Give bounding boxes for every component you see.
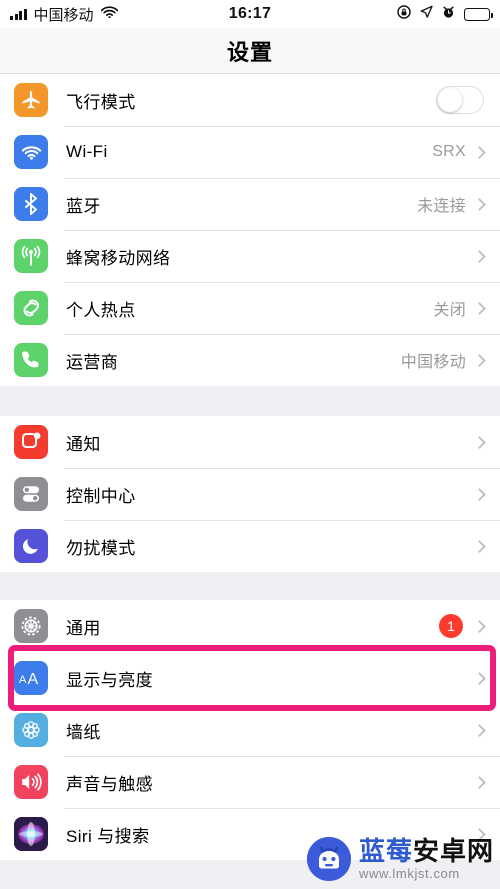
chevron-right-icon	[473, 671, 486, 685]
settings-row-label: 个人热点	[66, 300, 136, 320]
settings-row-label: 声音与触感	[66, 774, 153, 794]
alarm-clock-icon	[442, 5, 455, 24]
settings-row-value: 关闭	[433, 302, 466, 319]
status-bar: 中国移动 16:17	[0, 0, 500, 28]
settings-row-label: 控制中心	[66, 486, 136, 506]
site-watermark: 蓝莓安卓网 www.lmkjst.com	[306, 837, 494, 881]
settings-row-label: 墙纸	[66, 722, 101, 742]
page-title: 设置	[226, 39, 273, 65]
settings-scroll-view[interactable]: 飞行模式 Wi-Fi SRX 蓝牙 未连接 蜂窝移动网络 个人热点 关闭 运营商…	[0, 74, 500, 889]
chevron-right-icon	[473, 249, 486, 263]
settings-row-personal-hotspot[interactable]: 个人热点 关闭	[0, 282, 500, 334]
navigation-bar: 设置	[0, 28, 500, 74]
settings-group-connectivity: 飞行模式 Wi-Fi SRX 蓝牙 未连接 蜂窝移动网络 个人热点 关闭 运营商…	[0, 74, 500, 386]
settings-row-label: 蓝牙	[66, 196, 101, 216]
settings-row-label: Wi-Fi	[66, 142, 108, 161]
cellular-antenna-icon	[14, 239, 48, 273]
settings-row-display-and-brightness[interactable]: A A 显示与亮度	[0, 652, 500, 704]
status-badge: 1	[439, 614, 463, 638]
chevron-right-icon	[473, 145, 486, 159]
settings-row-wallpaper[interactable]: 墙纸	[0, 704, 500, 756]
settings-row-value: 中国移动	[400, 354, 466, 371]
svg-text:A: A	[19, 674, 27, 686]
settings-row-label: 飞行模式	[66, 92, 136, 112]
watermark-brand-black: 安卓网	[412, 836, 494, 866]
highlighted-row-wrapper: A A 显示与亮度	[0, 645, 500, 711]
chevron-right-icon	[473, 539, 486, 553]
siri-orb-icon	[14, 817, 48, 851]
chevron-right-icon	[473, 619, 486, 633]
settings-row-label: 显示与亮度	[66, 670, 153, 690]
settings-row-control-center[interactable]: 控制中心	[0, 468, 500, 520]
hotspot-link-icon	[14, 291, 48, 325]
settings-row-value: SRX	[432, 143, 466, 160]
watermark-text: 蓝莓安卓网 www.lmkjst.com	[359, 838, 494, 880]
section-gap	[0, 572, 500, 600]
settings-row-label: 运营商	[66, 352, 119, 372]
control-toggles-icon	[14, 477, 48, 511]
svg-text:A: A	[28, 671, 39, 687]
chevron-right-icon	[473, 723, 486, 737]
settings-row-label: 蜂窝移动网络	[66, 248, 171, 268]
speaker-icon	[14, 765, 48, 799]
aa-text-icon: A A	[14, 661, 48, 695]
settings-row-airplane-mode[interactable]: 飞行模式	[0, 74, 500, 126]
android-robot-logo-icon	[306, 837, 351, 881]
settings-row-value: 未连接	[417, 198, 466, 215]
chevron-right-icon	[473, 353, 486, 367]
settings-row-label: 勿扰模式	[66, 538, 136, 558]
airplane-icon	[14, 83, 48, 117]
chevron-right-icon	[473, 435, 486, 449]
watermark-brand-blue: 蓝莓	[358, 836, 413, 866]
settings-row-notifications[interactable]: 通知	[0, 416, 500, 468]
phone-icon	[14, 343, 48, 377]
settings-row-do-not-disturb[interactable]: 勿扰模式	[0, 520, 500, 572]
settings-group-notifications: 通知 控制中心 勿扰模式	[0, 416, 500, 572]
status-bar-right	[397, 4, 493, 24]
chevron-right-icon	[473, 301, 486, 315]
settings-row-general[interactable]: 通用 1	[0, 600, 500, 652]
airplane-mode-toggle[interactable]	[436, 86, 484, 114]
iphone-settings-screen: 中国移动 16:17 设置 飞行模式 Wi-Fi SRX 蓝牙 未连接 蜂窝移动…	[0, 0, 500, 889]
gear-icon	[14, 609, 48, 643]
settings-row-cellular[interactable]: 蜂窝移动网络	[0, 230, 500, 282]
notification-square-icon	[14, 425, 48, 459]
settings-row-sounds-and-haptics[interactable]: 声音与触感	[0, 756, 500, 808]
chevron-right-icon	[473, 197, 486, 211]
chevron-right-icon	[473, 775, 486, 789]
watermark-url: www.lmkjst.com	[358, 866, 460, 881]
battery-icon	[464, 7, 493, 21]
settings-row-carrier[interactable]: 运营商 中国移动	[0, 334, 500, 386]
rotation-lock-icon	[397, 4, 411, 24]
settings-row-wifi[interactable]: Wi-Fi SRX	[0, 126, 500, 178]
flower-wallpaper-icon	[14, 713, 48, 747]
settings-row-bluetooth[interactable]: 蓝牙 未连接	[0, 178, 500, 230]
chevron-right-icon	[473, 487, 486, 501]
location-arrow-icon	[420, 5, 433, 23]
wifi-icon	[14, 135, 48, 169]
settings-row-label: 通用	[66, 618, 101, 638]
settings-row-label: 通知	[66, 434, 101, 454]
moon-icon	[14, 529, 48, 563]
section-gap	[0, 386, 500, 416]
bluetooth-icon	[14, 187, 48, 221]
settings-group-system: 通用 1 A A 显示与亮度 墙纸 声音与触感 Siri 与搜索	[0, 600, 500, 860]
